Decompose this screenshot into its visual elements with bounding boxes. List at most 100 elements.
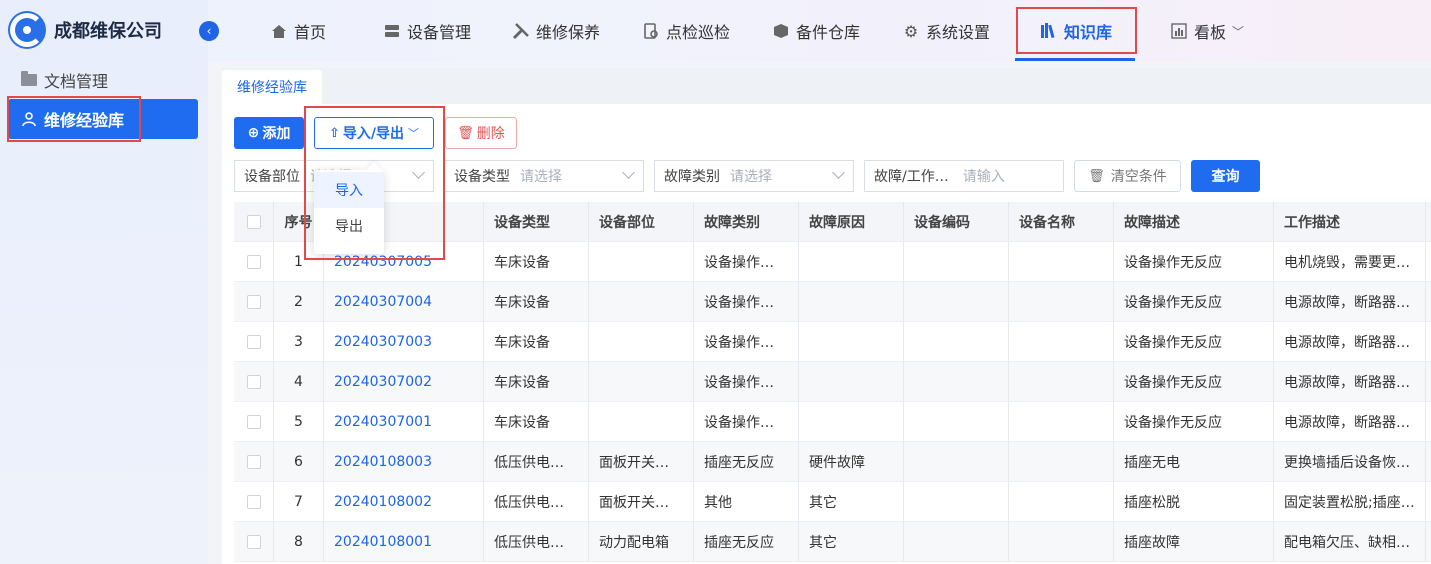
export-menu-item[interactable]: 导出 xyxy=(314,208,384,244)
row-checkbox-cell xyxy=(234,242,274,282)
record-code-link[interactable]: 20240108003 xyxy=(324,442,484,482)
table-row[interactable]: 3 20240307003 车床设备 设备操作… 设备操作无反应 电源故障，断路器… xyxy=(234,322,1431,362)
add-button[interactable]: ⊕ 添加 xyxy=(234,117,304,149)
table-cell: 3 xyxy=(274,322,324,362)
row-checkbox[interactable] xyxy=(246,255,261,269)
import-export-dropdown: 导入 导出 xyxy=(314,170,384,254)
table-cell xyxy=(1009,322,1114,362)
row-checkbox[interactable] xyxy=(246,455,261,469)
row-checkbox-cell xyxy=(234,322,274,362)
table-row[interactable]: 7 20240108002 低压供电… 面板开关… 其他 其它 插座松脱 固定装置松脱;插座… xyxy=(234,482,1431,522)
table-cell xyxy=(904,402,1009,442)
work-filter-placeholder: 请输入 xyxy=(962,169,1005,185)
row-checkbox[interactable] xyxy=(246,295,261,309)
select-all-checkbox[interactable] xyxy=(246,215,261,229)
table-cell: 7 xyxy=(274,482,324,522)
import-export-button[interactable]: ⇧ 导入/导出 ﹀ xyxy=(314,117,434,149)
active-tab-underline xyxy=(1015,58,1135,61)
record-code-link[interactable]: 20240307004 xyxy=(324,282,484,322)
tab-repair-experience[interactable]: 维修经验库 xyxy=(222,70,322,104)
trash-icon: 🗑 xyxy=(1088,168,1105,184)
sidebar-item-repair-experience[interactable]: 维修经验库 xyxy=(8,99,198,139)
chevron-down-icon xyxy=(622,166,635,179)
import-menu-item[interactable]: 导入 xyxy=(314,172,384,208)
table-cell: 面板开关… xyxy=(589,442,694,482)
table-cell xyxy=(904,442,1009,482)
topnav-item-maintenance[interactable]: 维修保养 xyxy=(512,0,600,62)
sidebar-item-documents[interactable]: 文档管理 xyxy=(8,60,198,100)
topnav-label: 点检巡检 xyxy=(666,23,731,42)
row-checkbox[interactable] xyxy=(246,535,261,549)
table-cell: 电源故障，断路器… xyxy=(1274,402,1426,442)
topnav-label: 首页 xyxy=(294,23,327,42)
topnav-item-settings[interactable]: ⚙ 系统设置 xyxy=(902,0,990,62)
topnav-item-home[interactable]: 首页 xyxy=(270,0,326,62)
sidebar-collapse-button[interactable]: ‹ xyxy=(199,21,219,41)
delete-button[interactable]: 🗑 删除 xyxy=(445,117,517,149)
import-export-label: 导入/导出 xyxy=(342,126,405,142)
table-cell: 插座无反应 xyxy=(694,442,799,482)
table-row[interactable]: 6 20240108003 低压供电… 面板开关… 插座无反应 硬件故障 插座无电 更换墙插后… xyxy=(234,442,1431,482)
table-cell xyxy=(799,362,904,402)
record-code-link[interactable]: 20240108002 xyxy=(324,482,484,522)
type-filter[interactable]: 设备类型 请选择 xyxy=(444,160,644,192)
table-row[interactable]: 5 20240307001 车床设备 设备操作… 设备操作无反应 电源故障，断路器… xyxy=(234,402,1431,442)
record-code-link[interactable]: 20240307002 xyxy=(324,362,484,402)
table-cell: 低压供电… xyxy=(484,442,589,482)
table-cell xyxy=(589,402,694,442)
inspect-icon xyxy=(642,22,660,40)
table-cell: 5 xyxy=(274,402,324,442)
table-row[interactable]: 4 20240307002 车床设备 设备操作… 设备操作无反应 电源故障，断路器… xyxy=(234,362,1431,402)
row-checkbox-cell xyxy=(234,482,274,522)
table-cell: 电机烧毁，需要更… xyxy=(1274,242,1426,282)
table-header-cell: 故障类别 xyxy=(694,202,799,242)
topnav-item-knowledge-base[interactable]: 知识库 xyxy=(1040,0,1112,62)
row-checkbox-cell xyxy=(234,522,274,562)
topnav-item-spare-parts[interactable]: 备件仓库 xyxy=(772,0,860,62)
row-checkbox[interactable] xyxy=(246,335,261,349)
topnav-item-inspection[interactable]: 点检巡检 xyxy=(642,0,730,62)
table-cell xyxy=(904,522,1009,562)
chevron-down-icon: ﹀ xyxy=(1232,24,1245,39)
fault-category-filter[interactable]: 故障类别 请选择 xyxy=(654,160,854,192)
chevron-down-icon xyxy=(832,166,845,179)
record-code-link[interactable]: 20240307001 xyxy=(324,402,484,442)
table-cell xyxy=(589,362,694,402)
table-row[interactable]: 2 20240307004 车床设备 设备操作… 设备操作无反应 电源故障，断路器… xyxy=(234,282,1431,322)
table-cell xyxy=(799,282,904,322)
table-cell xyxy=(904,282,1009,322)
table-cell: 设备操作… xyxy=(694,402,799,442)
table-cell: 8 xyxy=(274,522,324,562)
row-checkbox-cell xyxy=(234,442,274,482)
topnav-item-dashboard[interactable]: 看板 ﹀ xyxy=(1170,0,1244,62)
row-checkbox[interactable] xyxy=(246,415,261,429)
folder-icon xyxy=(20,71,38,88)
table-cell: 电源故障，断路器… xyxy=(1274,282,1426,322)
query-button-label: 查询 xyxy=(1211,169,1240,185)
table-cell: 插座无反应 xyxy=(694,522,799,562)
fault-work-search-input[interactable]: 故障/工作… 请输入 xyxy=(864,160,1064,192)
home-icon xyxy=(270,22,288,40)
table-cell xyxy=(1009,362,1114,402)
clear-filters-label: 清空条件 xyxy=(1110,169,1167,185)
table-header-cell: 工作描述 xyxy=(1274,202,1426,242)
table-row[interactable]: 8 20240108001 低压供电… 动力配电箱 插座无反应 其它 插座故障 配电箱欠压、缺… xyxy=(234,522,1431,562)
query-button[interactable]: 查询 xyxy=(1191,160,1260,192)
table-cell: 车床设备 xyxy=(484,282,589,322)
row-checkbox-cell xyxy=(234,282,274,322)
row-checkbox[interactable] xyxy=(246,375,261,389)
table-cell: 电源故障，断路器… xyxy=(1274,362,1426,402)
fault-filter-placeholder: 请选择 xyxy=(730,169,772,185)
table-header-cell: 设备编码 xyxy=(904,202,1009,242)
record-code-link[interactable]: 20240307003 xyxy=(324,322,484,362)
table-cell xyxy=(904,482,1009,522)
table-cell: 插座故障 xyxy=(1114,522,1274,562)
topnav-item-equipment[interactable]: 设备管理 xyxy=(383,0,471,62)
plus-circle-icon: ⊕ xyxy=(247,125,260,141)
row-checkbox[interactable] xyxy=(246,495,261,509)
table-cell xyxy=(799,402,904,442)
record-code-link[interactable]: 20240108001 xyxy=(324,522,484,562)
table-row[interactable]: 1 20240307005 车床设备 设备操作… 设备操作无反应 电机烧毁，需要更… xyxy=(234,242,1431,282)
clear-filters-button[interactable]: 🗑 清空条件 xyxy=(1074,160,1181,192)
table-cell: 设备操作无反应 xyxy=(1114,282,1274,322)
